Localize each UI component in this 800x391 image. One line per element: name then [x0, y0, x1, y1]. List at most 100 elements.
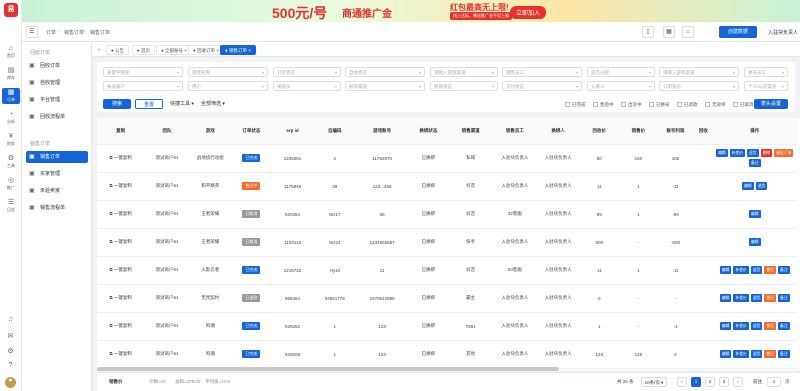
row-action-button[interactable]: 退货	[750, 350, 763, 358]
row-action-button[interactable]: 退货	[750, 322, 763, 330]
cell-copy[interactable]: ⧉ 一键复制	[97, 200, 145, 229]
table-row[interactable]: ⧉ 一键复制 测试商户61 王者荣耀 已取消 1103115 Wz24 1234565687…	[97, 228, 797, 257]
copy-link[interactable]: 一键复制	[114, 351, 132, 356]
table-row[interactable]: ⧉ 一键复制 测试商户61 王者荣耀 已取消 820363 Wz17 66 已换绑 抖音 32客服…	[97, 200, 797, 229]
row-action-button[interactable]: 编辑	[716, 149, 728, 157]
reset-button[interactable]: 重置	[135, 99, 163, 109]
breadcrumb-1[interactable]: 订单	[46, 29, 56, 36]
filter-row1-1[interactable]: 游戏名称 ▾	[188, 67, 268, 77]
tab-0[interactable]: ● 公告	[106, 45, 129, 55]
row-action-button[interactable]: 编辑	[719, 322, 732, 330]
banner-cta-button[interactable]: 立即加入	[510, 6, 547, 19]
cell-copy[interactable]: ⧉ 一键复制	[97, 340, 145, 369]
row-action-button[interactable]: 退货	[750, 266, 763, 274]
settings-icon[interactable]: ⚙	[5, 347, 16, 358]
copy-link[interactable]: 一键复制	[114, 183, 132, 188]
sidebar-item-items1-0[interactable]: ▣ 回收订单	[26, 60, 88, 72]
row-action-button[interactable]: 编辑	[719, 350, 732, 358]
filter-row2-8[interactable]: 个人/公司渠道 ▾	[744, 81, 788, 91]
copy-link[interactable]: 一键复制	[114, 211, 132, 216]
column-header-12[interactable]: 销售价	[619, 118, 657, 145]
row-action-button[interactable]: 备注	[748, 159, 761, 167]
cell-copy[interactable]: ⧉ 一键复制	[97, 144, 145, 173]
row-action-button[interactable]: 退货	[747, 149, 759, 157]
column-header-2[interactable]: 游戏	[189, 118, 231, 145]
copy-link[interactable]: 一键复制	[114, 155, 132, 160]
user-name[interactable]: 入驻块负责人	[768, 29, 798, 36]
column-header-10[interactable]: 换绑人	[537, 118, 579, 145]
copy-link[interactable]: 一键复制	[114, 295, 132, 300]
menu-toggle-icon[interactable]: ☰	[26, 26, 38, 38]
row-action-button[interactable]: 删除	[760, 149, 773, 157]
horizontal-scrollbar[interactable]	[97, 367, 559, 371]
rail-item-1[interactable]: ▤ 库存	[2, 66, 20, 82]
cell-copy[interactable]: ⧉ 一键复制	[97, 172, 145, 201]
status-checkbox-3[interactable]: 已换号	[649, 102, 670, 108]
column-header-8[interactable]: 销售渠道	[449, 118, 493, 145]
status-checkbox-1[interactable]: 售后中	[593, 102, 614, 108]
filter-row2-3[interactable]: 账单渠道 ▾	[345, 81, 425, 91]
breadcrumb-2[interactable]: 销售订单	[64, 29, 84, 36]
row-action-button[interactable]: 编辑	[748, 210, 761, 218]
filter-row2-6[interactable]: 入库人 ▾	[587, 81, 655, 91]
tab-2[interactable]: ● 全部账号 ×	[156, 45, 192, 55]
table-row[interactable]: ⧉ 一键复制 测试商户61 战地侦行动组 已完成 1235091 2 11762870 已换绑…	[97, 144, 797, 173]
search-button[interactable]: 搜索	[103, 99, 131, 109]
column-header-3[interactable]: 订单状态	[230, 118, 272, 145]
create-data-button[interactable]: 创建数据	[719, 26, 757, 38]
column-header-6[interactable]: 游戏账号	[356, 118, 408, 145]
page-1-button[interactable]: 1	[691, 377, 701, 387]
quick-tools-dropdown[interactable]: 快捷工具 ▾	[169, 99, 195, 109]
avatar[interactable]: ●	[5, 377, 16, 388]
row-action-button[interactable]: 退货	[750, 294, 763, 302]
rail-item-3[interactable]: ◔ 分析	[2, 110, 20, 126]
filter-row1-8[interactable]: 收号员工 ▾	[744, 67, 788, 77]
sidebar-item-items2-2[interactable]: ▣ 未验卖家	[26, 185, 88, 197]
filter-row1-3[interactable]: 自收状态 ▾	[345, 67, 425, 77]
row-action-button[interactable]: 补差价	[733, 266, 749, 274]
column-header-14[interactable]: 回收	[693, 118, 713, 145]
rail-item-5[interactable]: ⚙ 工具	[2, 154, 20, 170]
table-row[interactable]: ⧉ 一键复制 测试商户61 火影忍者 已完成 1215722 Hy10 11 已换绑 抖音 63客…	[97, 256, 797, 285]
column-header-4[interactable]: erp id	[271, 118, 314, 145]
column-settings-button[interactable]: 表头设置	[754, 99, 788, 109]
row-action-button[interactable]: 编辑	[719, 266, 732, 274]
tab-3[interactable]: ● 回收订单 ×	[188, 45, 224, 55]
row-action-button[interactable]: 补差价	[729, 149, 746, 157]
bell-icon[interactable]: ♫	[5, 316, 16, 327]
table-row[interactable]: ⧉ 一键复制 测试商户61 鸣潮 已完成 929252 1 123 已换绑 7881 入驻块负责人…	[97, 312, 797, 341]
status-checkbox-0[interactable]: 已完成	[565, 102, 586, 108]
filter-row2-4[interactable]: 换绑状态 ▾	[430, 81, 498, 91]
prev-page-button[interactable]: ‹	[677, 377, 687, 387]
promo-banner[interactable]: 500元/号 商通推广金 红包最高无上限! 线上达标，赠送推广金不设上限 立即加…	[22, 0, 800, 22]
filter-row1-7[interactable]: 请输入游戏渠道 ▾	[659, 67, 739, 77]
rail-item-4[interactable]: ¥ 财务	[2, 132, 20, 148]
column-header-5[interactable]: 自编码	[313, 118, 357, 145]
table-row[interactable]: ⧉ 一键复制 测试商户61 和平精英 售后中 1175849 39 123...456 已换绑…	[97, 172, 797, 201]
row-action-button[interactable]: 备注	[778, 350, 790, 358]
sidebar-item-items2-3[interactable]: ▣ 销售流程单	[26, 202, 88, 214]
filter-row2-7[interactable]: 订单状态 ▾	[659, 81, 739, 91]
table-row[interactable]: ⧉ 一键复制 测试商户61 鸣潮 已完成 925509 1 123 已换绑 其他 入驻块负责人 入驻…	[97, 340, 797, 369]
row-action-button[interactable]: 备注	[778, 322, 790, 330]
sidebar-item-items1-3[interactable]: ▣ 回收流程单	[26, 111, 88, 123]
filter-row2-0[interactable]: 帐号账户 ▾	[103, 81, 183, 91]
sidebar-item-items2-0[interactable]: ▣ 销售订单	[26, 151, 88, 163]
row-action-button[interactable]: 编辑	[748, 238, 761, 246]
rail-item-0[interactable]: ⌂ 首页	[2, 44, 20, 60]
status-checkbox-4[interactable]: 已退款	[677, 102, 698, 108]
cell-copy[interactable]: ⧉ 一键复制	[97, 312, 145, 341]
table-row[interactable]: ⧉ 一键复制 测试商户61 无畏契约 已退款 958464 34561778 2378642…	[97, 284, 797, 313]
cell-copy[interactable]: ⧉ 一键复制	[97, 228, 145, 257]
page-3-button[interactable]: 3	[719, 377, 729, 387]
rail-item-7[interactable]: ☰ 日志	[2, 198, 20, 214]
row-action-button[interactable]: 售后	[764, 266, 777, 274]
status-checkbox-2[interactable]: 出货中	[621, 102, 642, 108]
row-action-button[interactable]: 编辑	[742, 182, 754, 190]
row-action-button[interactable]: 补差价	[733, 322, 749, 330]
filter-row2-1[interactable]: 用户 ▾	[188, 81, 268, 91]
calculator-icon[interactable]: ▦	[663, 26, 675, 38]
all-filter-dropdown[interactable]: 全部筛选 ▾	[200, 99, 226, 109]
row-action-button[interactable]: 退货	[755, 182, 768, 190]
column-header-0[interactable]: 复制	[97, 118, 145, 145]
